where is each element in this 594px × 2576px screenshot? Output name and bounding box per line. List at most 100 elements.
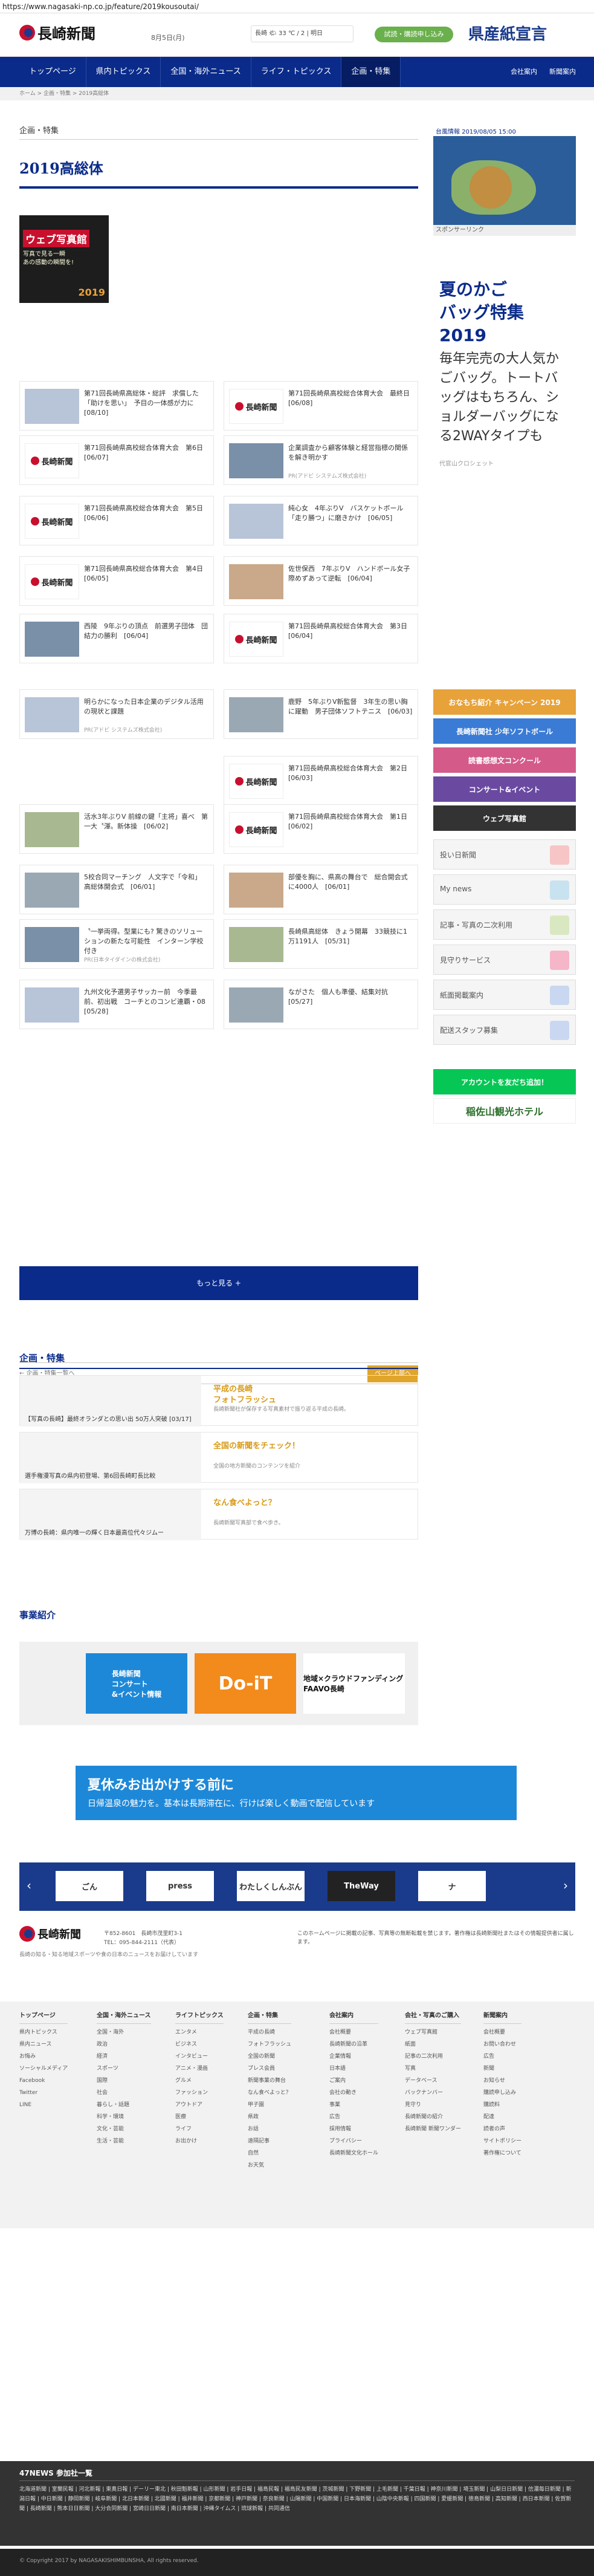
footer-link[interactable]: グルメ bbox=[175, 2075, 224, 2087]
footer-link[interactable]: 新聞 bbox=[483, 2063, 521, 2075]
footer-link[interactable]: 科学・環境 bbox=[97, 2111, 151, 2123]
footer-link[interactable]: 長崎新聞文化ホール bbox=[329, 2147, 378, 2159]
footer-link[interactable]: 経済 bbox=[97, 2051, 151, 2063]
article-card[interactable]: 長崎新聞 第71回長崎県高校総合体育大会 第2日 [06/03] bbox=[224, 756, 418, 805]
footer-link[interactable]: お問い合わせ bbox=[483, 2038, 521, 2051]
service-box[interactable]: My news bbox=[433, 874, 576, 905]
article-card[interactable]: 長崎新聞 第71回長崎県高校総合体育大会 第5日 [06/06] bbox=[19, 496, 214, 545]
article-card[interactable]: 5校合同マーチング 人文字で「令和」 高総体開会式 [06/01] bbox=[19, 865, 214, 914]
footer-link[interactable]: 医療 bbox=[175, 2111, 224, 2123]
footer-link[interactable]: Facebook bbox=[19, 2075, 68, 2087]
line-add-button[interactable]: アカウントを友だち追加！ bbox=[433, 1069, 576, 1094]
article-card[interactable]: 長崎新聞 第71回長崎県高校総合体育大会 第6日 [06/07] bbox=[19, 435, 214, 485]
chevron-left-icon[interactable]: ‹ bbox=[23, 1878, 35, 1895]
footer-link[interactable]: 見守り bbox=[405, 2099, 461, 2111]
footer-link[interactable]: 県政 bbox=[248, 2111, 291, 2123]
kensan-banner[interactable]: 県産紙宣言 bbox=[468, 22, 547, 44]
nav-item-local[interactable]: 県内トピックス bbox=[86, 57, 161, 87]
footer-link[interactable]: 遠隔記事 bbox=[248, 2135, 291, 2147]
footer-link[interactable]: スポーツ bbox=[97, 2063, 151, 2075]
footer-link[interactable]: 会社概要 bbox=[483, 2026, 521, 2038]
carousel-item[interactable]: ごん bbox=[56, 1871, 123, 1901]
footer-link[interactable]: 暮らし・話題 bbox=[97, 2099, 151, 2111]
more-button[interactable]: もっと見る + bbox=[19, 1266, 418, 1300]
article-card[interactable]: 鹿野 5年ぶりV新監督 3年生の思い胸に躍動 男子団体ソフトテニス [06/03… bbox=[224, 689, 418, 739]
footer-link[interactable]: 全国の新聞 bbox=[248, 2051, 291, 2063]
carousel-item[interactable]: ナ bbox=[418, 1871, 486, 1901]
footer-link[interactable]: 社会 bbox=[97, 2087, 151, 2099]
footer-link[interactable]: 写真 bbox=[405, 2063, 461, 2075]
footer-link[interactable]: なん食べよっと？ bbox=[248, 2087, 291, 2099]
article-card[interactable]: 長崎新聞 第71回長崎県高校総合体育大会 第3日 [06/04] bbox=[224, 614, 418, 663]
footer-link[interactable]: 国際 bbox=[97, 2075, 151, 2087]
footer-link[interactable]: フォトフラッシュ bbox=[248, 2038, 291, 2051]
footer-link[interactable]: お話 bbox=[248, 2123, 291, 2135]
footer-link[interactable]: ソーシャルメディア bbox=[19, 2063, 68, 2075]
footer-link[interactable]: 配達 bbox=[483, 2111, 521, 2123]
footer-link[interactable]: お天気 bbox=[248, 2159, 291, 2171]
footer-link[interactable]: ウェブ写真館 bbox=[405, 2026, 461, 2038]
weather-widget[interactable]: 長崎 🌤 33 ℃ / 2 | 明日 bbox=[251, 25, 353, 42]
footer-link-heading[interactable]: トップページ bbox=[19, 2010, 68, 2024]
footer-link[interactable]: 事業 bbox=[329, 2099, 378, 2111]
article-card[interactable]: 西陵 9年ぶりの頂点 前選男子団体 団結力の勝利 [06/04] bbox=[19, 614, 214, 663]
service-box[interactable]: 紙面掲載案内 bbox=[433, 980, 576, 1010]
business-faavo[interactable]: 地域×クラウドファンディング FAAVO長崎 bbox=[303, 1653, 405, 1714]
footer-link[interactable]: アニメ・漫画 bbox=[175, 2063, 224, 2075]
footer-link[interactable]: ビジネス bbox=[175, 2038, 224, 2051]
footer-link[interactable]: 新聞事業の舞台 bbox=[248, 2075, 291, 2087]
article-card[interactable]: 長崎新聞 第71回長崎県高校総合体育大会 最終日 [06/08] bbox=[224, 381, 418, 431]
footer-link[interactable]: ライフ bbox=[175, 2123, 224, 2135]
footer-link[interactable]: 購読料 bbox=[483, 2099, 521, 2111]
article-card[interactable]: 長崎新聞 第71回長崎県高校総合体育大会 第4日 [06/05] bbox=[19, 556, 214, 606]
business-doit[interactable]: Do-iT bbox=[195, 1653, 296, 1714]
footer-link[interactable]: 読者の声 bbox=[483, 2123, 521, 2135]
footer-link-heading[interactable]: 新聞案内 bbox=[483, 2010, 522, 2024]
footer-link[interactable]: 紙面 bbox=[405, 2038, 461, 2051]
footer-link[interactable]: 文化・芸能 bbox=[97, 2123, 151, 2135]
site-logo[interactable]: 長崎新聞 bbox=[19, 22, 95, 43]
nav-item-top[interactable]: トップページ bbox=[19, 57, 86, 87]
footer-link[interactable]: 県内ニュース bbox=[19, 2038, 68, 2051]
article-card[interactable]: 部優を胸に、県高の舞台で 総合開会式に4000人 [06/01] bbox=[224, 865, 418, 914]
footer-link[interactable]: お知らせ bbox=[483, 2075, 521, 2087]
footer-link[interactable]: プレス会員 bbox=[248, 2063, 291, 2075]
feature-card[interactable]: 万博の長崎：県内唯一の輝く日本最高位代々ジムー なん食べよっと？ 長崎新聞写真部… bbox=[19, 1489, 418, 1540]
nav-item-national[interactable]: 全国・海外ニュース bbox=[161, 57, 251, 87]
footer-link[interactable]: バックナンバー bbox=[405, 2087, 461, 2099]
article-card[interactable]: 佐世保西 7年ぶりV ハンドボール女子 際めずあって逆転 [06/04] bbox=[224, 556, 418, 606]
footer-link[interactable]: エンタメ bbox=[175, 2026, 224, 2038]
footer-link-heading[interactable]: 会社・写真のご購入 bbox=[405, 2010, 461, 2024]
footer-link[interactable]: 政治 bbox=[97, 2038, 151, 2051]
article-card[interactable]: 活水3年ぶりV 前線の鍵「主将」喜べ 第一大〝渾〟新体操 [06/02] bbox=[19, 804, 214, 854]
chevron-right-icon[interactable]: › bbox=[560, 1878, 572, 1895]
news47-list[interactable]: 北海道新聞 | 室蘭民報 | 河北新報 | 東奥日報 | デーリー東北 | 秋田… bbox=[19, 2485, 575, 2514]
article-card[interactable]: 長崎県高総体 きょう開幕 33競技に1万1191人 [05/31] bbox=[224, 919, 418, 969]
footer-link[interactable]: お出かけ bbox=[175, 2135, 224, 2147]
article-card[interactable]: 〝一挙両得〟型業にも? 驚きのソリューションの新たな可能性 インターン学校付き P… bbox=[19, 919, 214, 969]
footer-link[interactable]: データベース bbox=[405, 2075, 461, 2087]
carousel-item[interactable]: press bbox=[146, 1871, 214, 1901]
footer-link[interactable]: 長崎新聞の沿革 bbox=[329, 2038, 378, 2051]
footer-link[interactable]: 採用情報 bbox=[329, 2123, 378, 2135]
breadcrumb[interactable]: ホーム > 企画・特集 > 2019高総体 bbox=[0, 87, 594, 100]
footer-logo[interactable]: 長崎新聞 bbox=[19, 1926, 81, 1942]
article-card[interactable]: 第71回長崎県高総体・総評 求償した「助けを思い」 予目の一体感が力に [08/… bbox=[19, 381, 214, 431]
article-card[interactable]: 九州文化予選男子サッカー前 今季最前、初出戦 コーチとのコンビ連覇・08 [05… bbox=[19, 980, 214, 1029]
hotel-banner[interactable]: 稲佐山観光ホテル bbox=[433, 1098, 576, 1124]
typhoon-map[interactable]: 台風情報 2019/08/05 15:00 スポンサーリンク bbox=[433, 124, 576, 236]
footer-link[interactable]: 会社の動き bbox=[329, 2087, 378, 2099]
footer-link-heading[interactable]: ライフトピックス bbox=[175, 2010, 224, 2024]
carousel-item[interactable]: わたしくしんぶん bbox=[237, 1871, 305, 1901]
service-box[interactable]: 配送スタッフ募集 bbox=[433, 1015, 576, 1045]
footer-link[interactable]: 甲子園 bbox=[248, 2099, 291, 2111]
footer-link[interactable]: ご案内 bbox=[329, 2075, 378, 2087]
footer-link[interactable]: 長崎新聞 新聞ワンダー bbox=[405, 2123, 461, 2135]
promo-banner[interactable]: 読書感想文コンクール bbox=[433, 747, 576, 773]
article-card[interactable]: 純心女 4年ぶりV バスケットボール「走り勝つ」に磨きかけ [06/05] bbox=[224, 496, 418, 545]
footer-link[interactable]: 全国・海外 bbox=[97, 2026, 151, 2038]
footer-link[interactable]: 生活・芸能 bbox=[97, 2135, 151, 2147]
article-card[interactable]: 長崎新聞 第71回長崎県高校総合体育大会 第1日 [06/02] bbox=[224, 804, 418, 854]
footer-link[interactable]: 日本語 bbox=[329, 2063, 378, 2075]
carousel-item[interactable]: TheWay bbox=[328, 1871, 395, 1901]
